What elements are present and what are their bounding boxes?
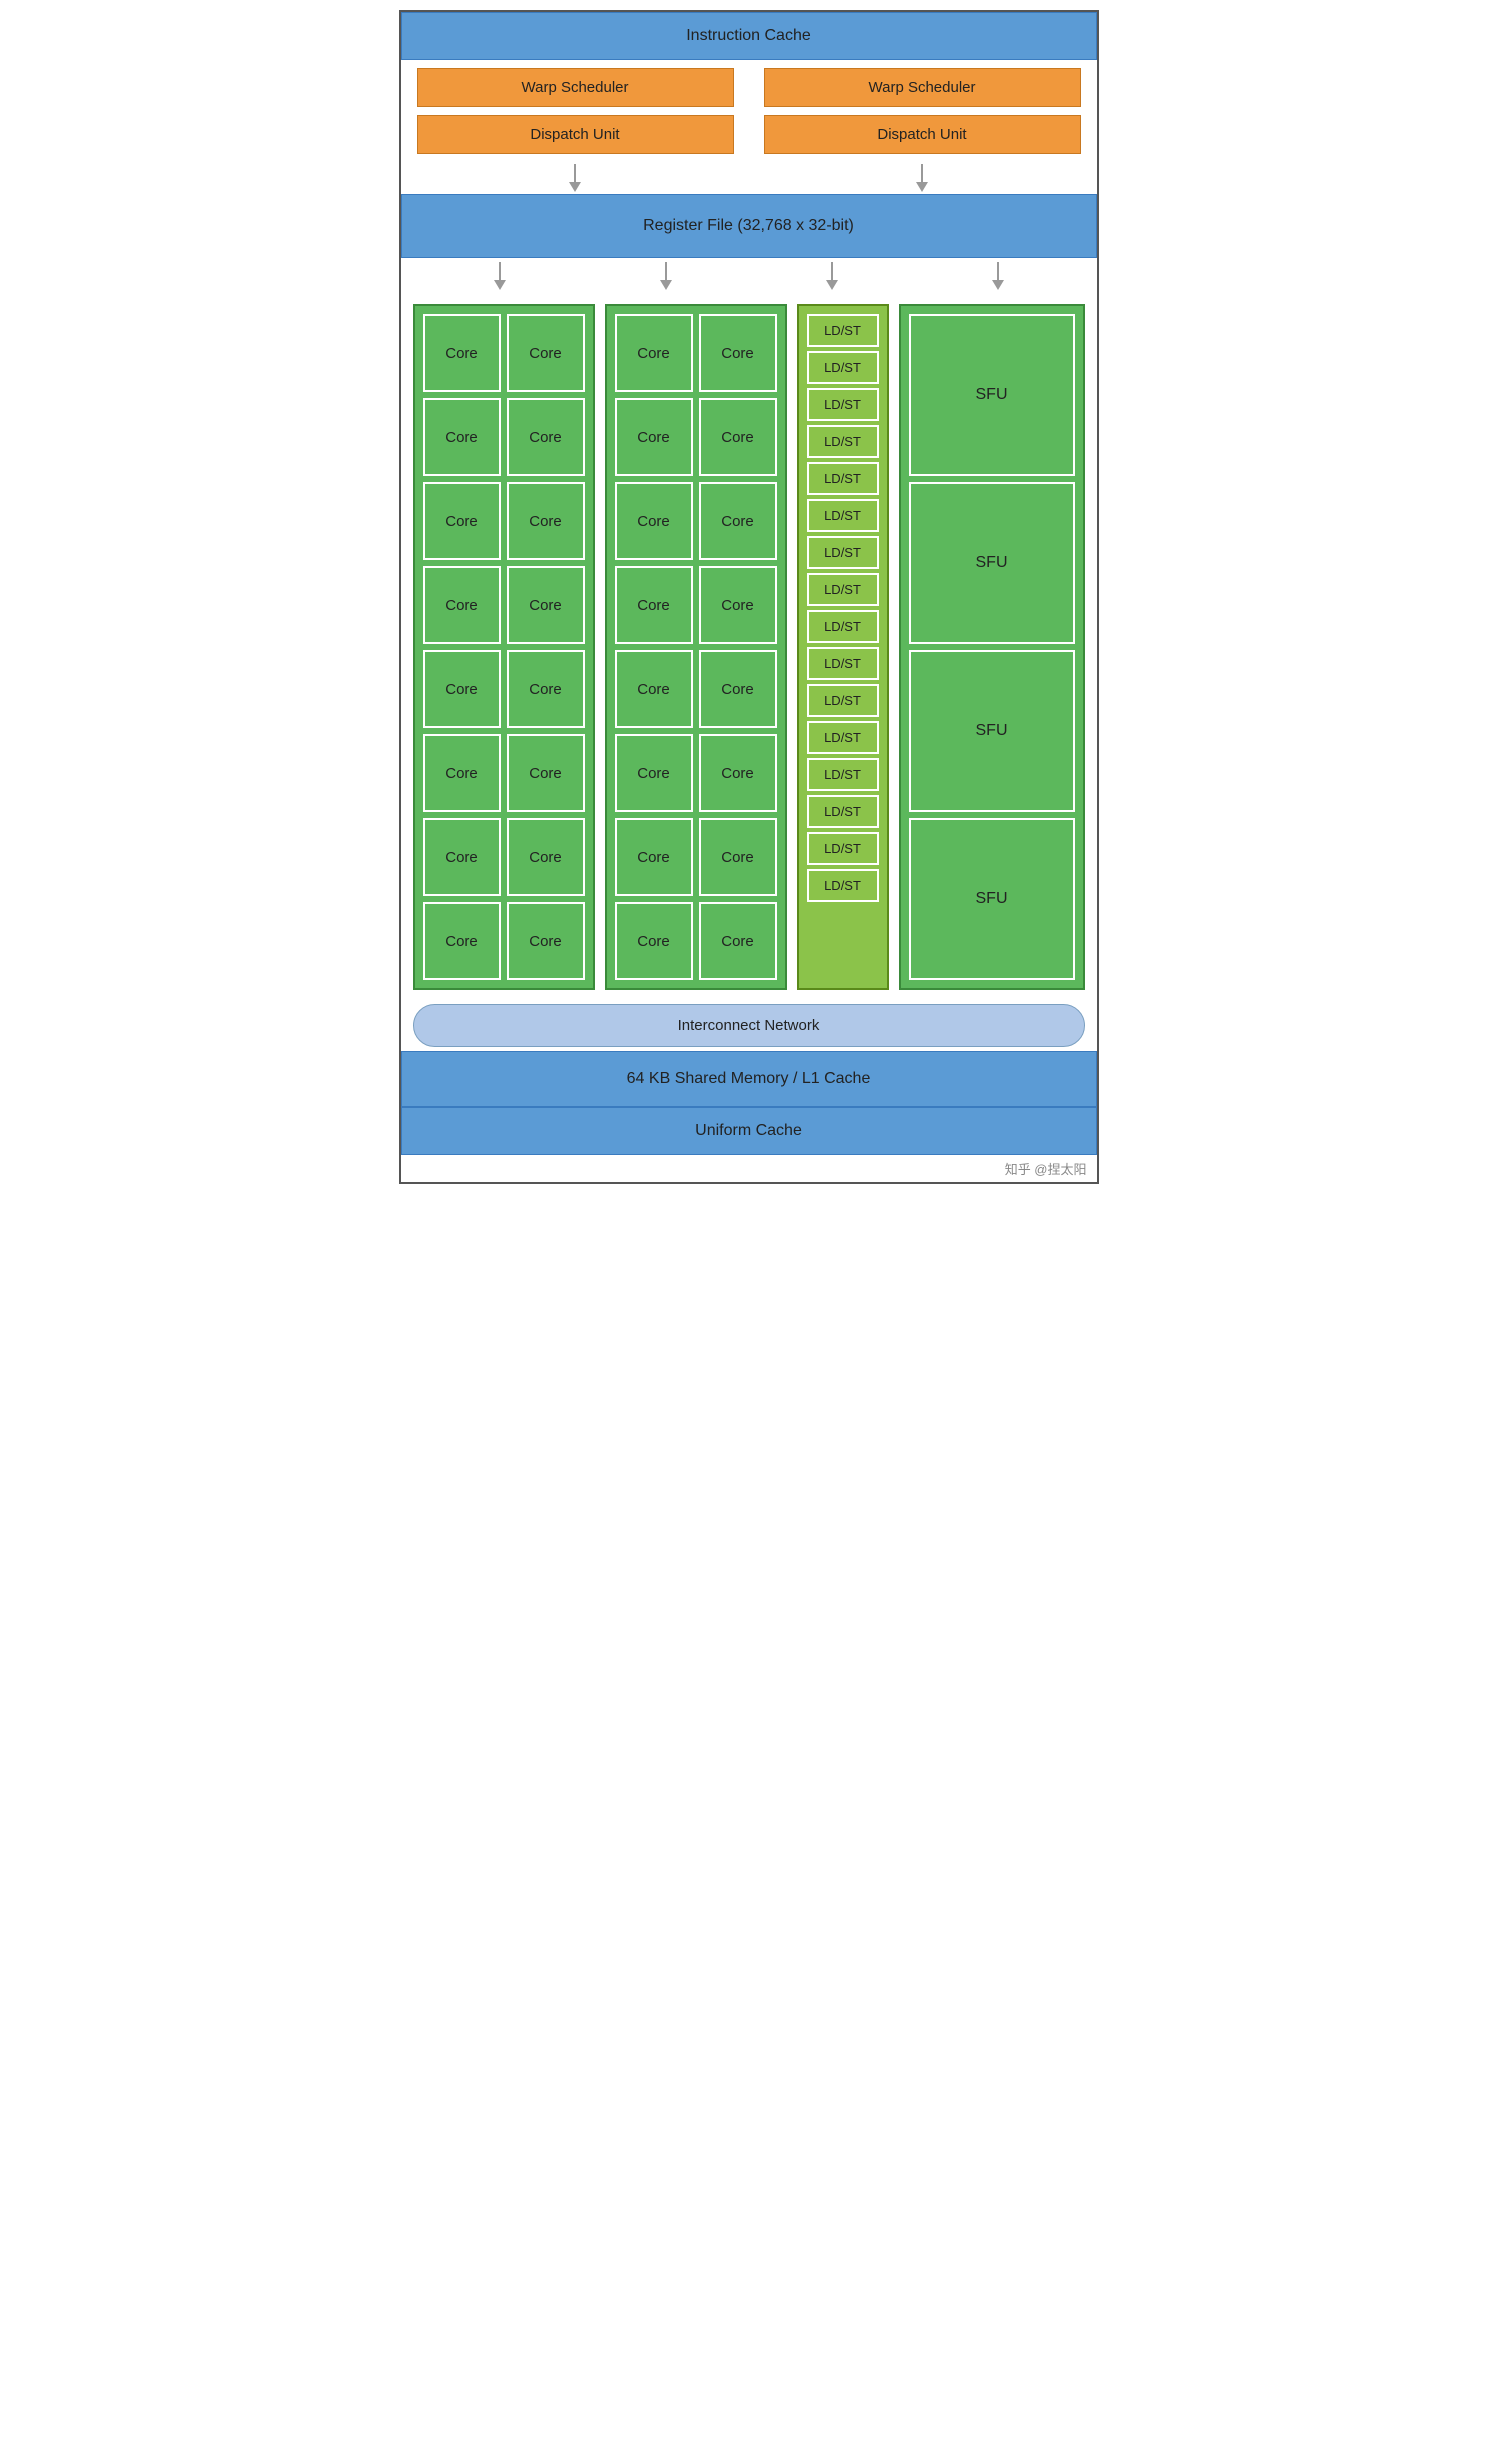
core-box: Core [699,734,777,812]
core-pair: Core Core [615,650,777,728]
core-pair: Core Core [423,650,585,728]
ldst-box: LD/ST [807,536,879,569]
schedulers-row: Warp Scheduler Warp Scheduler [401,60,1097,115]
core-box: Core [423,314,501,392]
core-box: Core [615,398,693,476]
ldst-box: LD/ST [807,388,879,421]
core-box: Core [507,734,585,812]
dispatch-row: Dispatch Unit Dispatch Unit [401,115,1097,162]
ldst-box: LD/ST [807,573,879,606]
core-box: Core [615,734,693,812]
register-file: Register File (32,768 x 32-bit) [401,194,1097,258]
core-pair: Core Core [615,818,777,896]
core-pair: Core Core [423,734,585,812]
core-box: Core [423,482,501,560]
core-pair: Core Core [423,398,585,476]
ldst-box: LD/ST [807,795,879,828]
sfu-box-1: SFU [909,314,1075,476]
dispatch-unit-1: Dispatch Unit [417,115,734,154]
ldst-box: LD/ST [807,314,879,347]
ldst-column: LD/ST LD/ST LD/ST LD/ST LD/ST LD/ST LD/S… [797,304,889,990]
arrow-1 [565,164,585,192]
core-pair: Core Core [615,398,777,476]
ldst-box: LD/ST [807,499,879,532]
core-box: Core [423,734,501,812]
dispatch-unit-2: Dispatch Unit [764,115,1081,154]
interconnect-network: Interconnect Network [413,1004,1085,1047]
uniform-cache: Uniform Cache [401,1107,1097,1155]
core-box: Core [507,818,585,896]
core-box: Core [423,398,501,476]
shared-memory: 64 KB Shared Memory / L1 Cache [401,1051,1097,1107]
core-box: Core [507,566,585,644]
ldst-box: LD/ST [807,425,879,458]
ldst-box: LD/ST [807,351,879,384]
core-box: Core [615,566,693,644]
instruction-cache: Instruction Cache [401,12,1097,60]
core-box: Core [699,650,777,728]
core-pair: Core Core [423,482,585,560]
ldst-box: LD/ST [807,462,879,495]
sfu-column: SFU SFU SFU SFU [899,304,1085,990]
core-pair: Core Core [423,818,585,896]
core-box: Core [699,818,777,896]
ldst-box: LD/ST [807,721,879,754]
arrow-4 [656,262,676,290]
ldst-box: LD/ST [807,832,879,865]
core-box: Core [507,482,585,560]
ldst-box: LD/ST [807,758,879,791]
core-box: Core [423,818,501,896]
core-box: Core [615,314,693,392]
gpu-diagram: Instruction Cache Warp Scheduler Warp Sc… [399,10,1099,1184]
core-box: Core [507,902,585,980]
sfu-box-2: SFU [909,482,1075,644]
main-section: Core Core Core Core Core Core Core Core … [401,294,1097,1000]
core-pair: Core Core [615,902,777,980]
arrow-6 [988,262,1008,290]
core-box: Core [423,566,501,644]
arrows-from-register [401,258,1097,294]
core-box: Core [423,650,501,728]
core-pair: Core Core [423,314,585,392]
core-column-2: Core Core Core Core Core Core Core Core … [605,304,787,990]
arrow-2 [912,164,932,192]
watermark: 知乎 @捏太阳 [401,1155,1097,1182]
core-pair: Core Core [615,314,777,392]
core-box: Core [615,650,693,728]
core-box: Core [699,566,777,644]
warp-scheduler-1: Warp Scheduler [417,68,734,107]
warp-scheduler-2: Warp Scheduler [764,68,1081,107]
core-box: Core [699,398,777,476]
core-pair: Core Core [423,566,585,644]
core-pair: Core Core [423,902,585,980]
core-box: Core [507,398,585,476]
core-pair: Core Core [615,482,777,560]
core-box: Core [615,482,693,560]
ldst-box: LD/ST [807,647,879,680]
arrow-3 [490,262,510,290]
sfu-box-3: SFU [909,650,1075,812]
arrows-to-register [401,162,1097,194]
core-box: Core [507,314,585,392]
core-box: Core [699,482,777,560]
ldst-box: LD/ST [807,869,879,902]
core-box: Core [699,314,777,392]
core-pair: Core Core [615,734,777,812]
core-column-1: Core Core Core Core Core Core Core Core … [413,304,595,990]
core-box: Core [615,818,693,896]
ldst-box: LD/ST [807,684,879,717]
core-pair: Core Core [615,566,777,644]
core-box: Core [507,650,585,728]
core-box: Core [699,902,777,980]
core-box: Core [615,902,693,980]
sfu-box-4: SFU [909,818,1075,980]
arrow-5 [822,262,842,290]
ldst-box: LD/ST [807,610,879,643]
core-box: Core [423,902,501,980]
